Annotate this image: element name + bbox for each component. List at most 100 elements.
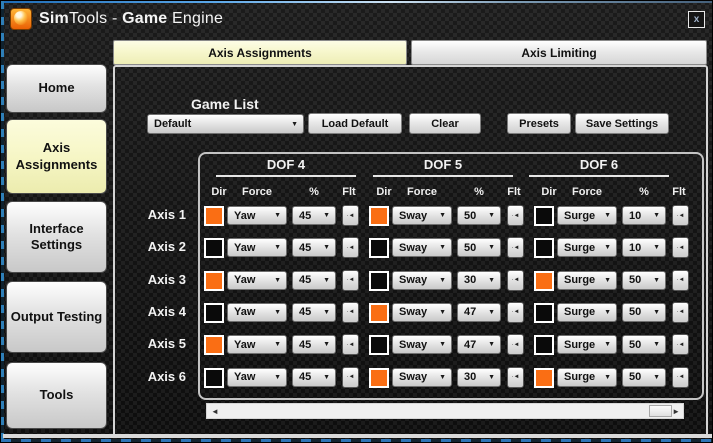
dir-checkbox[interactable] [204,367,224,388]
force-select[interactable]: Yaw ▼ [227,270,287,290]
close-icon: x [693,13,700,25]
save-settings-button[interactable]: Save Settings [575,113,669,134]
force-select[interactable]: Yaw ▼ [227,367,287,387]
percent-select[interactable]: 45 ▼ [292,206,336,225]
dir-checkbox[interactable] [204,238,224,259]
flt-button[interactable]: ·◄ [672,269,689,291]
clear-button[interactable]: Clear [409,113,481,134]
scroll-left-icon[interactable]: ◄ [211,406,219,418]
flt-button[interactable]: ·◄ [672,301,689,323]
dir-checkbox[interactable] [204,335,224,356]
percent-select[interactable]: 50 ▼ [622,335,666,355]
dir-checkbox[interactable] [204,302,224,323]
percent-select[interactable]: 45 ▼ [292,367,336,387]
sidebar-item-axis-assignments[interactable]: Axis Assignments [6,119,107,194]
sidebar-item-output-testing[interactable]: Output Testing [6,281,107,353]
force-column-label: Force [407,186,437,198]
flt-button[interactable]: ·◄ [342,237,359,259]
dir-checkbox[interactable] [369,335,389,356]
percent-select[interactable]: 50 ▼ [622,367,666,387]
force-select[interactable]: Surge ▼ [557,238,617,258]
percent-select[interactable]: 45 ▼ [292,302,336,322]
flt-button[interactable]: ·◄ [342,269,359,291]
dir-checkbox[interactable] [204,270,224,291]
scroll-right-icon[interactable]: ► [672,406,680,418]
force-select[interactable]: Yaw ▼ [227,206,287,225]
percent-select[interactable]: 10 ▼ [622,206,666,225]
dof4-header: DOF 4 [266,157,306,172]
percent-select[interactable]: 45 ▼ [292,238,336,258]
flt-button[interactable]: ·◄ [507,366,524,388]
dir-checkbox[interactable] [534,335,554,356]
chevron-down-icon: ▼ [274,341,281,349]
dof-cell: Sway ▼ 47 ▼ ·◄ [369,332,529,358]
force-select-value: Sway [399,241,428,254]
force-select[interactable]: Surge ▼ [557,335,617,355]
force-select[interactable]: Yaw ▼ [227,238,287,258]
dir-checkbox[interactable] [204,206,224,226]
force-select[interactable]: Sway ▼ [392,335,452,355]
flt-button[interactable]: ·◄ [507,269,524,291]
dof5-subheaders: Dir Force % Flt [369,186,529,200]
dir-checkbox[interactable] [534,270,554,291]
load-default-button[interactable]: Load Default [308,113,402,134]
force-select[interactable]: Sway ▼ [392,367,452,387]
sidebar-item-interface-settings[interactable]: Interface Settings [6,201,107,273]
sidebar-item-home[interactable]: Home [6,64,107,113]
force-select[interactable]: Surge ▼ [557,206,617,225]
force-select[interactable]: Sway ▼ [392,238,452,258]
percent-select[interactable]: 50 ▼ [457,206,501,225]
close-button[interactable]: x [688,11,705,28]
percent-select[interactable]: 50 ▼ [457,238,501,258]
force-select[interactable]: Sway ▼ [392,270,452,290]
force-select[interactable]: Sway ▼ [392,302,452,322]
dir-checkbox[interactable] [369,270,389,291]
dir-checkbox[interactable] [534,367,554,388]
chevron-down-icon: ▼ [439,276,446,284]
force-select[interactable]: Surge ▼ [557,302,617,322]
flt-button[interactable]: ·◄ [507,237,524,259]
scrollbar-thumb[interactable] [649,405,672,417]
dof-cell: Yaw ▼ 45 ▼ ·◄ [204,268,364,294]
flt-button[interactable]: ·◄ [672,205,689,226]
flt-button[interactable]: ·◄ [672,334,689,356]
flt-button[interactable]: ·◄ [672,366,689,388]
flt-button[interactable]: ·◄ [507,205,524,226]
dir-checkbox[interactable] [534,206,554,226]
game-list-select[interactable]: Default ▼ [147,114,304,134]
chevron-down-icon: ▼ [439,308,446,316]
dir-checkbox[interactable] [369,367,389,388]
force-select[interactable]: Yaw ▼ [227,302,287,322]
percent-select[interactable]: 50 ▼ [622,270,666,290]
percent-select[interactable]: 30 ▼ [457,367,501,387]
dir-checkbox[interactable] [369,206,389,226]
force-select[interactable]: Surge ▼ [557,367,617,387]
flt-button[interactable]: ·◄ [342,205,359,226]
flt-button[interactable]: ·◄ [342,366,359,388]
flt-button[interactable]: ·◄ [342,334,359,356]
flt-button[interactable]: ·◄ [507,334,524,356]
flt-button[interactable]: ·◄ [342,301,359,323]
percent-select[interactable]: 50 ▼ [622,302,666,322]
percent-select[interactable]: 45 ▼ [292,335,336,355]
sidebar-item-tools[interactable]: Tools [6,362,107,429]
tab-axis-limiting[interactable]: Axis Limiting [411,40,707,65]
horizontal-scrollbar[interactable]: ◄ ► [206,403,684,419]
percent-select[interactable]: 45 ▼ [292,270,336,290]
presets-button[interactable]: Presets [507,113,571,134]
dir-checkbox[interactable] [534,302,554,323]
dir-checkbox[interactable] [534,238,554,259]
percent-select[interactable]: 10 ▼ [622,238,666,258]
tab-axis-assignments[interactable]: Axis Assignments [113,40,407,65]
flt-button[interactable]: ·◄ [507,301,524,323]
flt-button[interactable]: ·◄ [672,237,689,259]
percent-select[interactable]: 30 ▼ [457,270,501,290]
percent-select[interactable]: 47 ▼ [457,335,501,355]
chevron-down-icon: ▼ [323,276,330,284]
dir-checkbox[interactable] [369,302,389,323]
force-select[interactable]: Surge ▼ [557,270,617,290]
dir-checkbox[interactable] [369,238,389,259]
force-select[interactable]: Sway ▼ [392,206,452,225]
percent-select[interactable]: 47 ▼ [457,302,501,322]
force-select[interactable]: Yaw ▼ [227,335,287,355]
